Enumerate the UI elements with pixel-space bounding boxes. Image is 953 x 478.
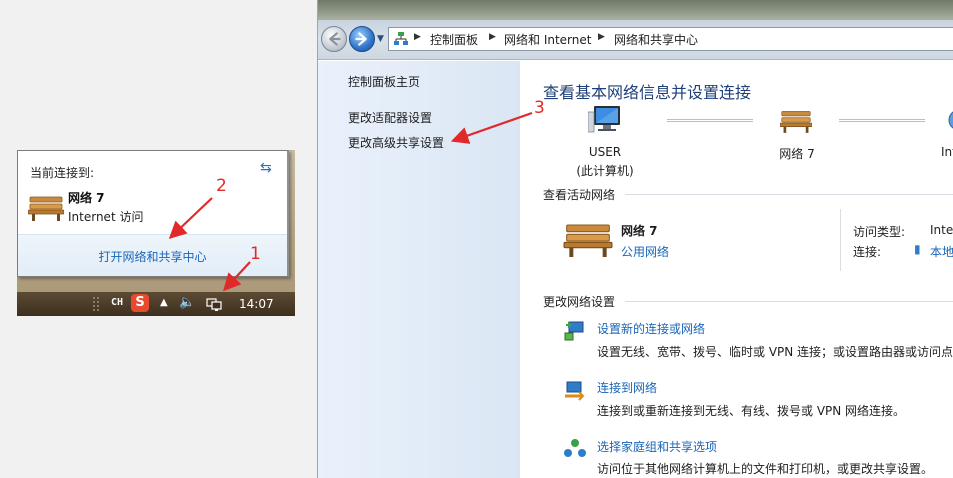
network-flyout: 当前连接到: ⇆ 网络 7 Internet 访问 打开网络和共享中心 [17, 150, 289, 277]
connect-network-icon [565, 381, 585, 401]
network-adapter-icon: ▮ [914, 242, 921, 256]
new-connection-icon [564, 321, 584, 341]
connect-to-network-link[interactable]: 连接到网络 [597, 379, 657, 396]
bench-network-icon[interactable] [780, 106, 812, 133]
recent-pages-dropdown[interactable]: ▼ [377, 34, 384, 44]
breadcrumb-control-panel[interactable]: 控制面板 [430, 31, 478, 48]
volume-icon[interactable]: 🔈 [179, 295, 195, 310]
map-computer-label: USER [588, 145, 622, 159]
section-divider [625, 194, 953, 195]
annotation-number-2: 2 [216, 176, 227, 196]
active-network-divider [840, 209, 841, 271]
breadcrumb-separator-icon[interactable]: ▶ [598, 32, 605, 42]
clock[interactable]: 14:07 [239, 297, 274, 311]
show-hidden-icons-icon[interactable]: ▲ [160, 297, 168, 308]
change-settings-heading: 更改网络设置 [543, 295, 616, 309]
annotation-number-1: 1 [250, 244, 261, 264]
control-panel-window: ▼ ▶ 控制面板 ▶ 网络和 Internet ▶ 网络和共享中心 控制面板主页… [317, 0, 953, 478]
refresh-icon[interactable]: ⇆ [260, 160, 272, 176]
breadcrumb-network-internet[interactable]: 网络和 Internet [504, 31, 591, 48]
flyout-network-name: 网络 7 [68, 191, 105, 205]
network-tray-icon[interactable] [206, 296, 222, 312]
setup-new-connection-desc: 设置无线、宽带、拨号、临时或 VPN 连接；或设置路由器或访问点。 [597, 345, 953, 359]
active-network-name: 网络 7 [621, 224, 658, 238]
computer-icon [588, 106, 620, 133]
taskbar: CH S ▲ 🔈 14:07 [17, 292, 295, 316]
access-type-value: Internet [930, 223, 953, 237]
flyout-footer: 打开网络和共享中心 [18, 234, 287, 276]
homegroup-icon [564, 439, 586, 457]
access-type-label: 访问类型: [853, 225, 906, 239]
breadcrumb-separator-icon[interactable]: ▶ [489, 32, 496, 42]
forward-arrow-icon [355, 32, 367, 46]
connection-value-link[interactable]: 本地连接 [930, 243, 953, 260]
sidebar-item-control-panel-home[interactable]: 控制面板主页 [348, 73, 420, 90]
map-network-label: 网络 7 [779, 147, 815, 161]
sidebar-item-advanced-sharing[interactable]: 更改高级共享设置 [348, 134, 444, 151]
address-bar[interactable]: ▶ 控制面板 ▶ 网络和 Internet ▶ 网络和共享中心 [388, 27, 953, 51]
homegroup-sharing-link[interactable]: 选择家庭组和共享选项 [597, 438, 717, 455]
annotation-number-3: 3 [534, 98, 545, 118]
network-center-icon [394, 32, 408, 45]
page-title: 查看基本网络信息并设置连接 [543, 83, 752, 102]
sidebar-item-change-adapter[interactable]: 更改适配器设置 [348, 109, 432, 126]
forward-button[interactable] [349, 26, 375, 52]
flyout-title: 当前连接到: [30, 166, 95, 180]
back-button[interactable] [321, 26, 347, 52]
breadcrumb-separator-icon[interactable]: ▶ [414, 32, 421, 42]
connect-to-network-desc: 连接到或重新连接到无线、有线、拨号或 VPN 网络连接。 [597, 404, 906, 418]
map-connection-line [839, 119, 925, 122]
taskbar-network-popup-screenshot: 当前连接到: ⇆ 网络 7 Internet 访问 打开网络和共享中心 CH S… [17, 150, 295, 316]
globe-icon[interactable] [947, 108, 953, 132]
bench-network-icon [563, 224, 613, 257]
taskbar-grip[interactable] [93, 297, 99, 311]
setup-new-connection-link[interactable]: 设置新的连接或网络 [597, 320, 705, 337]
map-computer-sublabel: (此计算机) [576, 164, 634, 178]
homegroup-sharing-desc: 访问位于其他网络计算机上的文件和打印机，或更改共享设置。 [597, 462, 934, 476]
breadcrumb-sharing-center[interactable]: 网络和共享中心 [614, 31, 698, 48]
connection-label: 连接: [853, 245, 882, 259]
active-network-type-link[interactable]: 公用网络 [621, 243, 669, 260]
main-content: 查看基本网络信息并设置连接 USER (此计算机) 网络 7 Internet [520, 61, 953, 478]
open-network-center-link[interactable]: 打开网络和共享中心 [18, 248, 287, 265]
flyout-network-access: Internet 访问 [68, 210, 144, 224]
active-networks-heading: 查看活动网络 [543, 188, 616, 202]
task-sidebar: 控制面板主页 更改适配器设置 更改高级共享设置 [318, 61, 520, 478]
navigation-bar: ▼ ▶ 控制面板 ▶ 网络和 Internet ▶ 网络和共享中心 [318, 20, 953, 60]
section-divider [625, 301, 953, 302]
back-arrow-icon [329, 32, 341, 46]
ime-icon[interactable]: S [131, 294, 149, 312]
language-indicator[interactable]: CH [111, 297, 123, 308]
bench-network-icon [28, 196, 64, 221]
map-connection-line [667, 119, 753, 122]
map-internet-label: Internet [941, 145, 953, 159]
